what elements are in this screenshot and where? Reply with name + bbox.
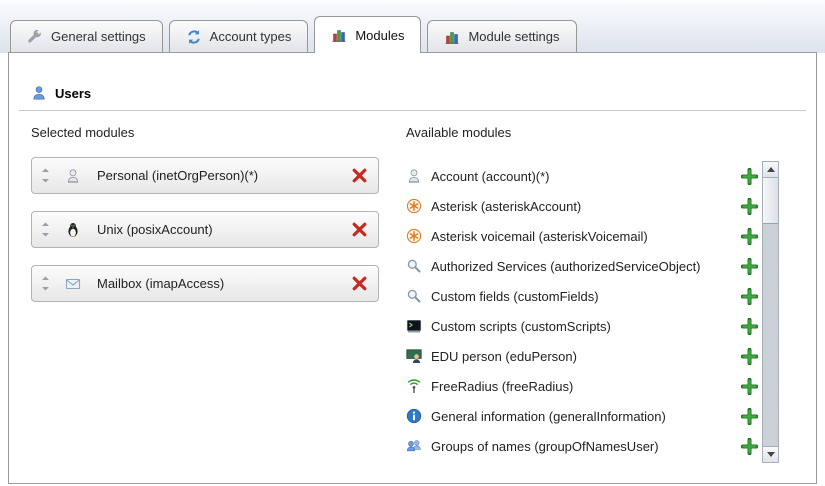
selected-module-mailbox[interactable]: Mailbox (imapAccess) <box>31 265 379 302</box>
available-module-label: FreeRadius (freeRadius) <box>431 379 732 394</box>
available-modules-scrollbar[interactable] <box>762 161 779 463</box>
add-module-button[interactable] <box>741 228 758 245</box>
tab-general-settings[interactable]: General settings <box>10 20 163 52</box>
add-module-button[interactable] <box>741 408 758 425</box>
available-module-label: Groups of names (groupOfNamesUser) <box>431 439 732 454</box>
selected-modules-list: Personal (inetOrgPerson)(*) Unix (posixA… <box>31 157 379 319</box>
available-module-label: General information (generalInformation) <box>431 409 732 424</box>
bar-chart-icon <box>444 29 460 45</box>
selected-module-label: Mailbox (imapAccess) <box>97 276 351 291</box>
user-icon <box>31 85 47 101</box>
sync-arrows-icon <box>186 29 202 45</box>
available-module-label: Account (account)(*) <box>431 169 732 184</box>
modules-panel: Users Selected modules Available modules… <box>8 52 817 484</box>
available-module-label: Asterisk (asteriskAccount) <box>431 199 732 214</box>
add-module-button[interactable] <box>741 438 758 455</box>
antenna-icon <box>406 378 422 394</box>
tab-bar: General settings Account types Modules M… <box>10 16 583 53</box>
section-heading-users: Users <box>31 85 91 101</box>
wrench-icon <box>27 29 43 45</box>
heading-divider <box>19 110 806 111</box>
tab-modules[interactable]: Modules <box>314 16 421 53</box>
available-module-general-information: General information (generalInformation) <box>406 401 758 431</box>
selected-module-label: Personal (inetOrgPerson)(*) <box>97 168 351 183</box>
add-module-button[interactable] <box>741 318 758 335</box>
available-module-edu-person: EDU person (eduPerson) <box>406 341 758 371</box>
tab-label: Module settings <box>468 29 559 44</box>
available-module-groups-of-names: Groups of names (groupOfNamesUser) <box>406 431 758 461</box>
delete-module-button[interactable] <box>351 221 368 238</box>
bar-chart-icon <box>331 27 347 43</box>
edu-person-icon <box>406 348 422 364</box>
add-module-button[interactable] <box>741 198 758 215</box>
lam-configuration-page: General settings Account types Modules M… <box>0 0 825 486</box>
available-module-custom-fields: Custom fields (customFields) <box>406 281 758 311</box>
terminal-icon <box>406 318 422 334</box>
bust-icon <box>406 168 422 184</box>
available-modules-heading: Available modules <box>406 125 511 140</box>
tab-module-settings[interactable]: Module settings <box>427 20 576 52</box>
available-module-label: Authorized Services (authorizedServiceOb… <box>431 259 732 274</box>
add-module-button[interactable] <box>741 348 758 365</box>
selected-module-unix[interactable]: Unix (posixAccount) <box>31 211 379 248</box>
available-module-label: EDU person (eduPerson) <box>431 349 732 364</box>
available-module-asterisk: Asterisk (asteriskAccount) <box>406 191 758 221</box>
tab-label: Account types <box>210 29 292 44</box>
drag-handle-icon[interactable] <box>41 276 50 291</box>
selected-modules-heading: Selected modules <box>31 125 134 140</box>
envelope-icon <box>65 276 81 292</box>
selected-module-personal[interactable]: Personal (inetOrgPerson)(*) <box>31 157 379 194</box>
add-module-button[interactable] <box>741 258 758 275</box>
magnifier-icon <box>406 258 422 274</box>
available-module-label: Asterisk voicemail (asteriskVoicemail) <box>431 229 732 244</box>
delete-module-button[interactable] <box>351 167 368 184</box>
available-modules-list: Account (account)(*) Asterisk (asteriskA… <box>406 161 758 461</box>
tab-label: Modules <box>355 28 404 43</box>
bust-icon <box>65 168 81 184</box>
arrow-down-icon <box>767 452 775 457</box>
asterisk-icon <box>406 228 422 244</box>
penguin-icon <box>65 222 81 238</box>
info-icon <box>406 408 422 424</box>
available-module-custom-scripts: Custom scripts (customScripts) <box>406 311 758 341</box>
tab-label: General settings <box>51 29 146 44</box>
group-icon <box>406 438 422 454</box>
available-module-label: Custom fields (customFields) <box>431 289 732 304</box>
available-module-asterisk-voicemail: Asterisk voicemail (asteriskVoicemail) <box>406 221 758 251</box>
magnifier-icon <box>406 288 422 304</box>
available-module-account: Account (account)(*) <box>406 161 758 191</box>
section-title: Users <box>55 86 91 101</box>
delete-module-button[interactable] <box>351 275 368 292</box>
scrollbar-thumb[interactable] <box>763 178 778 224</box>
drag-handle-icon[interactable] <box>41 168 50 183</box>
scroll-up-button[interactable] <box>763 162 778 178</box>
available-module-freeradius: FreeRadius (freeRadius) <box>406 371 758 401</box>
add-module-button[interactable] <box>741 288 758 305</box>
scroll-down-button[interactable] <box>763 446 778 462</box>
selected-module-label: Unix (posixAccount) <box>97 222 351 237</box>
arrow-up-icon <box>767 167 775 172</box>
add-module-button[interactable] <box>741 168 758 185</box>
add-module-button[interactable] <box>741 378 758 395</box>
available-module-label: Custom scripts (customScripts) <box>431 319 732 334</box>
drag-handle-icon[interactable] <box>41 222 50 237</box>
available-module-authorized-services: Authorized Services (authorizedServiceOb… <box>406 251 758 281</box>
tab-account-types[interactable]: Account types <box>169 20 309 52</box>
asterisk-icon <box>406 198 422 214</box>
